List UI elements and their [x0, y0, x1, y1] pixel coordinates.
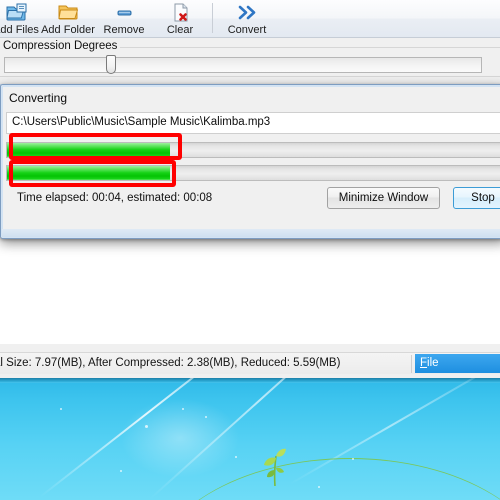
compression-degrees-group: Compression Degrees	[0, 40, 500, 78]
dialog-title: Converting	[9, 91, 68, 105]
stop-label: Stop	[471, 192, 495, 204]
desktop-wallpaper	[0, 378, 500, 500]
main-toolbar: Add Files Add Folder	[0, 0, 500, 38]
total-progress-fill	[7, 166, 171, 180]
file-progress-bar	[6, 142, 500, 158]
add-folder-icon	[57, 2, 79, 22]
compression-slider-thumb[interactable]	[106, 55, 116, 74]
add-folder-label: Add Folder	[41, 24, 95, 36]
remove-label: Remove	[103, 24, 145, 36]
minimize-window-label: Minimize Window	[338, 192, 429, 204]
convert-label: Convert	[227, 24, 267, 36]
file-menu-item[interactable]: File	[415, 354, 500, 373]
add-files-button[interactable]: Add Files	[0, 0, 40, 37]
add-folder-button[interactable]: Add Folder	[40, 0, 96, 37]
file-menu-rest: ile	[427, 357, 439, 369]
wallpaper-sparkle	[318, 486, 320, 488]
total-progress-bar	[6, 165, 500, 181]
window-bottom-edge	[0, 378, 500, 383]
status-divider	[411, 355, 412, 373]
wallpaper-sparkle	[205, 416, 207, 418]
compression-degrees-label: Compression Degrees	[0, 40, 121, 52]
convert-button[interactable]: Convert	[219, 0, 275, 37]
current-file-path-field: C:\Users\Public\Music\Sample Music\Kalim…	[6, 112, 500, 134]
compression-slider-track[interactable]	[4, 57, 482, 73]
wallpaper-sparkle	[120, 470, 122, 472]
wallpaper-sparkle	[60, 408, 62, 410]
converting-dialog: Converting C:\Users\Public\Music\Sample …	[0, 84, 500, 239]
wallpaper-sparkle	[182, 408, 184, 410]
file-menu-mnemonic: F	[420, 357, 428, 369]
clear-page-delete-icon	[170, 2, 191, 22]
file-progress-fill	[7, 143, 171, 157]
toolbar-separator	[212, 3, 213, 33]
file-menu-label: File	[420, 357, 439, 369]
add-files-folder-icon	[5, 2, 27, 22]
add-files-label: Add Files	[0, 24, 39, 36]
remove-button[interactable]: Remove	[96, 0, 152, 37]
clear-label: Clear	[166, 24, 194, 36]
wallpaper-sparkle	[235, 456, 237, 458]
status-bar: al Size: 7.97(MB), After Compressed: 2.3…	[0, 352, 500, 374]
current-file-path-text: C:\Users\Public\Music\Sample Music\Kalim…	[12, 116, 271, 128]
screen: Add Files Add Folder	[0, 0, 500, 500]
wallpaper-sprout-icon	[264, 448, 286, 486]
convert-double-chevron-icon	[236, 2, 259, 22]
wallpaper-sparkle	[145, 425, 148, 428]
minimize-window-button[interactable]: Minimize Window	[327, 187, 440, 209]
status-summary: al Size: 7.97(MB), After Compressed: 2.3…	[0, 357, 341, 369]
dialog-footer-strip	[2, 229, 500, 237]
time-status-label: Time elapsed: 00:04, estimated: 00:08	[17, 192, 213, 204]
wallpaper-glow	[120, 398, 240, 478]
wallpaper-sparkle	[352, 458, 354, 460]
clear-button[interactable]: Clear	[152, 0, 208, 37]
remove-dash-icon	[114, 2, 135, 22]
stop-button[interactable]: Stop	[453, 187, 500, 209]
dialog-glass-border	[1, 85, 500, 238]
